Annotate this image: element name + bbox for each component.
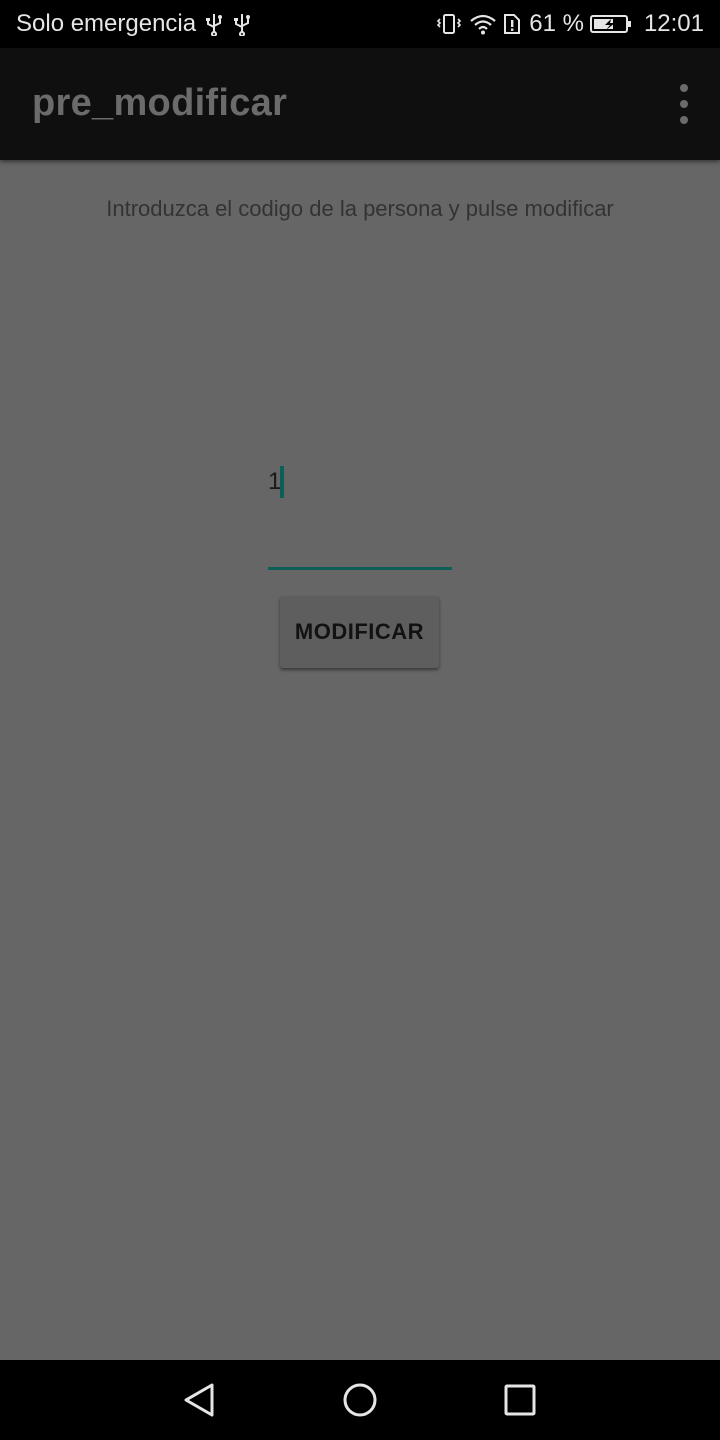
toolbar-title: pre_modificar (32, 82, 288, 124)
wifi-icon (469, 12, 497, 36)
app-toolbar: pre_modificar (0, 48, 720, 160)
navigation-bar (0, 1360, 720, 1440)
back-icon[interactable] (180, 1380, 220, 1420)
status-bar: Solo emergencia 61 % 12:01 (0, 0, 720, 48)
modify-button[interactable]: MODIFICAR (280, 596, 439, 668)
status-left: Solo emergencia (16, 10, 252, 38)
usb-icon (232, 12, 252, 36)
battery-charging-icon (589, 12, 632, 36)
text-cursor (280, 466, 284, 498)
vibrate-icon (435, 12, 463, 36)
instructions-text: Introduzca el codigo de la persona y pul… (106, 196, 614, 221)
more-vert-icon[interactable] (672, 84, 696, 124)
status-right: 61 % 12:01 (435, 10, 704, 38)
sim-alert-icon (503, 12, 521, 36)
recents-icon[interactable] (500, 1380, 540, 1420)
overflow-dot (680, 84, 688, 92)
carrier-text: Solo emergencia (16, 10, 197, 37)
overflow-dot (680, 116, 688, 124)
clock: 12:01 (643, 10, 704, 37)
overflow-dot (680, 100, 688, 108)
home-icon[interactable] (340, 1380, 380, 1420)
battery-percent: 61 % (529, 10, 584, 37)
input-underline (268, 567, 452, 570)
code-input[interactable]: 1 (268, 458, 452, 570)
usb-icon (204, 12, 224, 36)
